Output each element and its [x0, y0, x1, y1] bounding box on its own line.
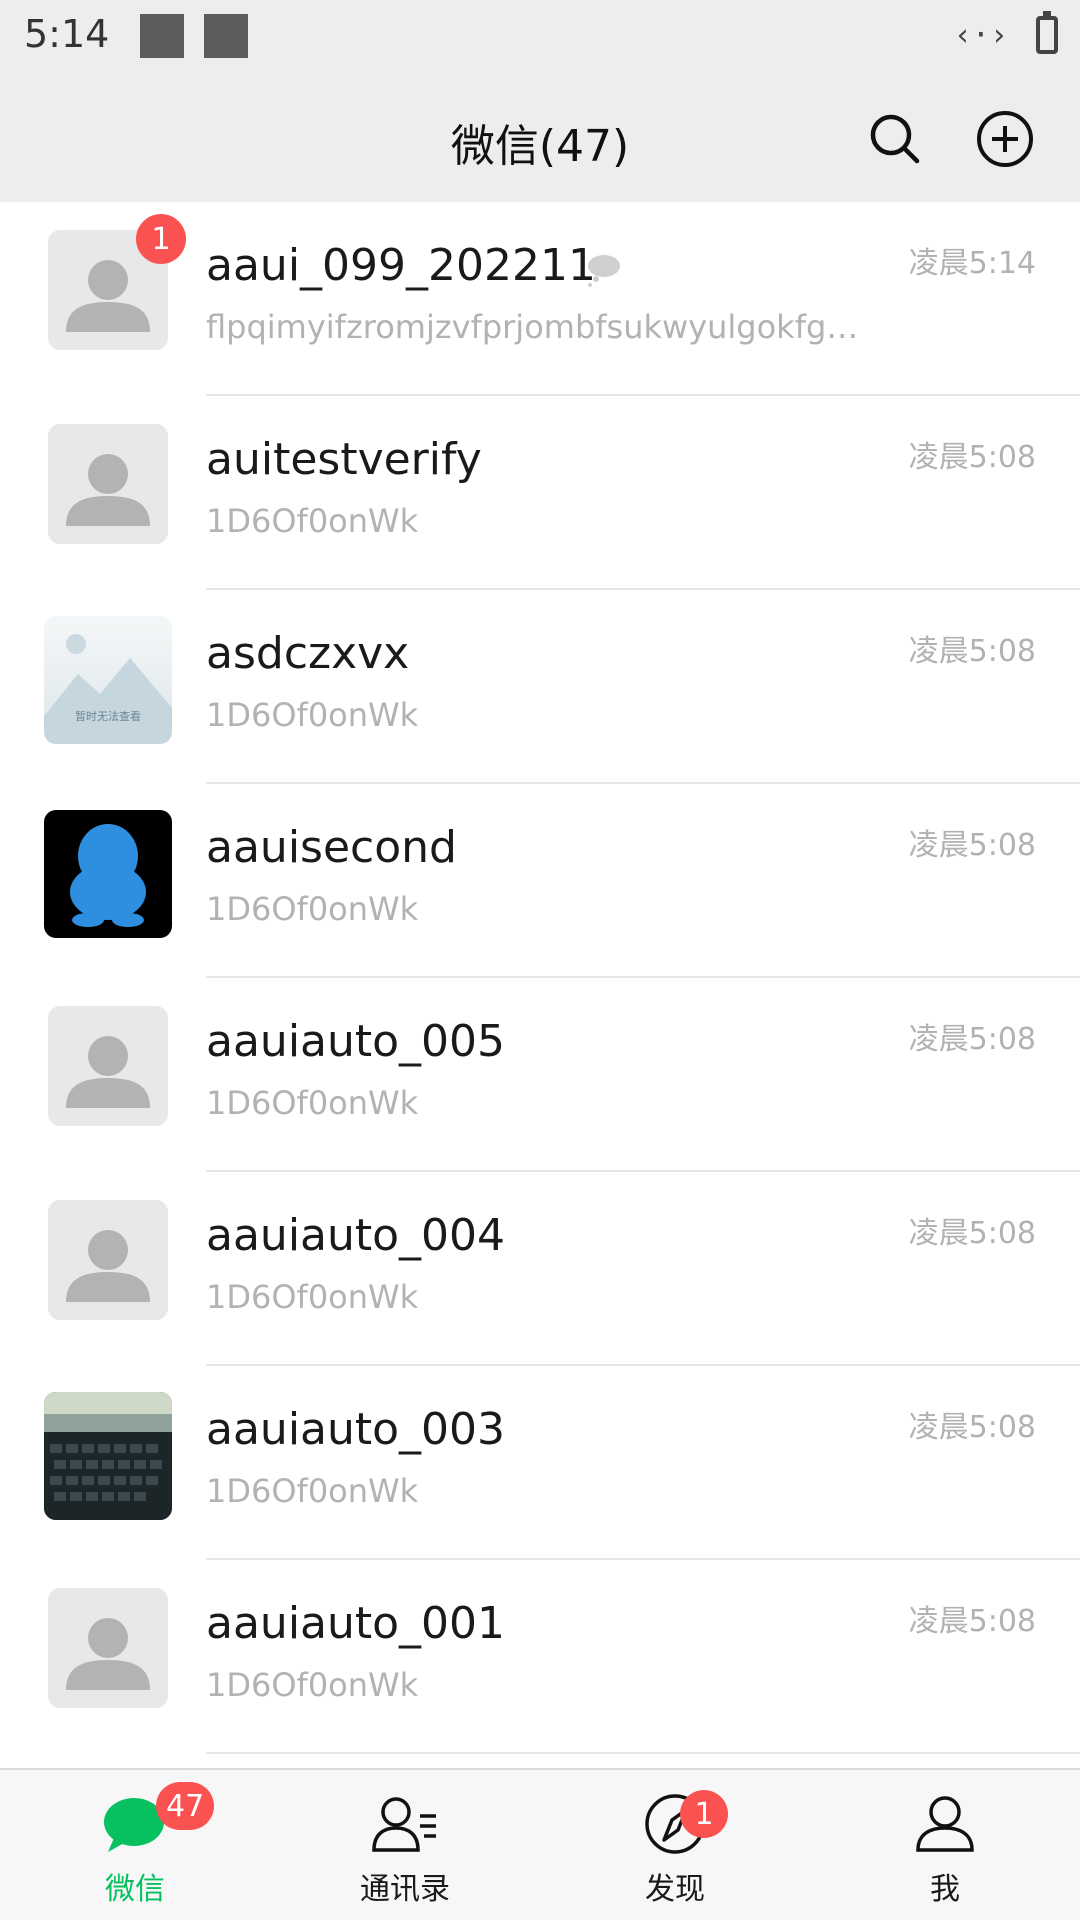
- add-circle-icon: [977, 111, 1033, 167]
- unread-badge: 1: [136, 214, 186, 264]
- tab-bar: 47 微信 通讯录 1 发现 我: [0, 1768, 1080, 1920]
- tab-chats[interactable]: 47 微信: [0, 1770, 270, 1920]
- tab-label: 发现: [645, 1872, 705, 1907]
- divider: [206, 1752, 1080, 1754]
- chat-time: 凌晨5:08: [908, 634, 1036, 669]
- chat-time: 凌晨5:08: [908, 440, 1036, 475]
- chat-row[interactable]: 暂时无法查看 asdczxvx 1D6Of0onWk 凌晨5:08: [0, 590, 1080, 784]
- chat-name: asdczxvx: [206, 628, 410, 679]
- chat-row[interactable]: aauisecond 1D6Of0onWk 凌晨5:08: [0, 784, 1080, 978]
- chat-name: auitestverify: [206, 434, 482, 485]
- network-icon: ‹·›: [953, 18, 1008, 53]
- chat-preview: 1D6Of0onWk: [206, 1666, 419, 1704]
- chat-preview: 1D6Of0onWk: [206, 1084, 419, 1122]
- tab-me[interactable]: 我: [810, 1770, 1080, 1920]
- chat-row[interactable]: aauiauto_005 1D6Of0onWk 凌晨5:08: [0, 978, 1080, 1172]
- contacts-icon: [372, 1797, 436, 1852]
- search-button[interactable]: [862, 106, 928, 172]
- chat-name: aauiauto_001: [206, 1598, 506, 1649]
- tab-discover[interactable]: 1 发现: [540, 1770, 810, 1920]
- tab-badge: 47: [156, 1782, 215, 1830]
- add-button[interactable]: [972, 106, 1038, 172]
- chat-name: aauiauto_003: [206, 1404, 506, 1455]
- chat-preview: 1D6Of0onWk: [206, 502, 419, 540]
- chat-row[interactable]: aauiauto_004 1D6Of0onWk 凌晨5:08: [0, 1172, 1080, 1366]
- chat-row[interactable]: 1 aaui_099_202211 flpqimyifzromjzvfprjom…: [0, 202, 1080, 396]
- chat-name: aauiauto_004: [206, 1210, 506, 1261]
- chat-preview: 1D6Of0onWk: [206, 696, 419, 734]
- notification-icon: [204, 14, 248, 58]
- tab-label: 通讯录: [360, 1872, 450, 1907]
- chat-preview: flpqimyifzromjzvfprjombfsukwyulgokfgbi…: [206, 308, 876, 346]
- mute-icon: [588, 255, 620, 287]
- chat-time: 凌晨5:08: [908, 1216, 1036, 1251]
- keyboard-photo-avatar: [44, 1392, 172, 1520]
- battery-icon: [1036, 11, 1058, 54]
- tab-label: 微信: [105, 1872, 165, 1907]
- status-bar: 5:14 ‹·›: [0, 0, 1080, 76]
- default-avatar: [48, 424, 168, 544]
- chat-time: 凌晨5:08: [908, 1410, 1036, 1445]
- chat-list[interactable]: 1 aaui_099_202211 flpqimyifzromjzvfprjom…: [0, 202, 1080, 1768]
- chat-row[interactable]: auitestverify 1D6Of0onWk 凌晨5:08: [0, 396, 1080, 590]
- tab-contacts[interactable]: 通讯录: [270, 1770, 540, 1920]
- chat-row[interactable]: aauiauto_003 1D6Of0onWk 凌晨5:08: [0, 1366, 1080, 1560]
- image-unavailable-avatar: 暂时无法查看: [44, 616, 172, 744]
- chat-preview: 1D6Of0onWk: [206, 890, 419, 928]
- chat-row[interactable]: aauiauto_001 1D6Of0onWk 凌晨5:08: [0, 1560, 1080, 1754]
- default-avatar: [48, 1200, 168, 1320]
- default-avatar: [48, 1588, 168, 1708]
- app-header: 微信(47): [0, 76, 1080, 202]
- chat-name: aaui_099_202211: [206, 240, 596, 291]
- avatar-text: 暂时无法查看: [75, 709, 141, 723]
- chat-time: 凌晨5:08: [908, 1022, 1036, 1057]
- notification-icon: [140, 14, 184, 58]
- search-icon: [870, 114, 920, 164]
- tab-badge: 1: [680, 1790, 728, 1838]
- chat-time: 凌晨5:14: [908, 246, 1036, 281]
- chat-time: 凌晨5:08: [908, 828, 1036, 863]
- profile-icon: [916, 1796, 974, 1852]
- chat-preview: 1D6Of0onWk: [206, 1278, 419, 1316]
- status-time: 5:14: [24, 12, 110, 56]
- default-avatar: [48, 1006, 168, 1126]
- chat-name: aauiauto_005: [206, 1016, 506, 1067]
- penguin-avatar: [44, 810, 172, 938]
- chat-time: 凌晨5:08: [908, 1604, 1036, 1639]
- tab-label: 我: [930, 1872, 960, 1907]
- chat-preview: 1D6Of0onWk: [206, 1472, 419, 1510]
- chat-name: aauisecond: [206, 822, 457, 873]
